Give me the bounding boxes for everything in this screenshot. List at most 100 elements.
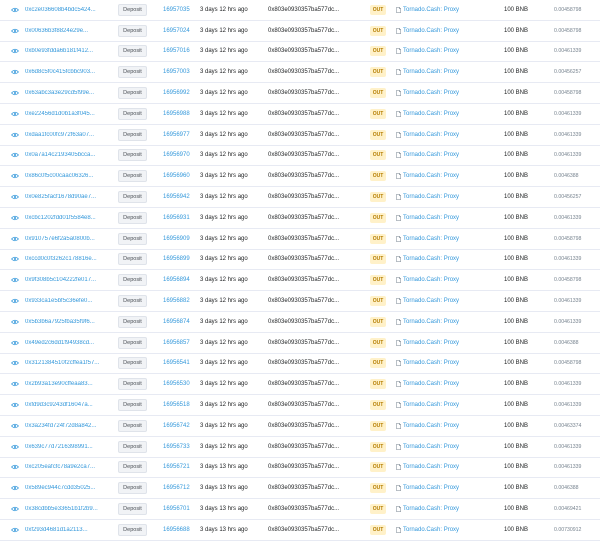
txn-hash-link[interactable]: 0xcbc1202fdd01f5584e8... bbox=[25, 215, 117, 221]
eye-icon[interactable] bbox=[11, 255, 19, 263]
eye-icon[interactable] bbox=[11, 235, 19, 243]
from-address[interactable]: 0x803e0930357ba577dc... bbox=[268, 194, 339, 200]
eye-icon[interactable] bbox=[11, 276, 19, 284]
eye-icon[interactable] bbox=[11, 318, 19, 326]
from-address[interactable]: 0x803e0930357ba577dc... bbox=[268, 173, 339, 179]
block-link[interactable]: 16956960 bbox=[163, 173, 190, 179]
txn-hash-link[interactable]: 0xccd0c0f3262c178816e... bbox=[25, 256, 117, 262]
eye-icon[interactable] bbox=[11, 401, 19, 409]
txn-hash-link[interactable]: 0x0a7a14c2193405bcca... bbox=[25, 152, 117, 158]
block-link[interactable]: 16957003 bbox=[163, 69, 190, 75]
from-address[interactable]: 0x803e0930357ba577dc... bbox=[268, 28, 339, 34]
txn-hash-link[interactable]: 0x910757e6f2a5a0800b... bbox=[25, 236, 117, 242]
to-address-link[interactable]: Tornado.Cash: Proxy bbox=[396, 464, 459, 471]
to-address-link[interactable]: Tornado.Cash: Proxy bbox=[396, 402, 459, 409]
eye-icon[interactable] bbox=[11, 131, 19, 139]
from-address[interactable]: 0x803e0930357ba577dc... bbox=[268, 381, 339, 387]
from-address[interactable]: 0x803e0930357ba577dc... bbox=[268, 7, 339, 13]
from-address[interactable]: 0x803e0930357ba577dc... bbox=[268, 277, 339, 283]
to-address-link[interactable]: Tornado.Cash: Proxy bbox=[396, 381, 459, 388]
block-link[interactable]: 16956931 bbox=[163, 215, 190, 221]
from-address[interactable]: 0x803e0930357ba577dc... bbox=[268, 111, 339, 117]
txn-hash-link[interactable]: 0x639c77d7216398991... bbox=[25, 444, 117, 450]
to-address-link[interactable]: Tornado.Cash: Proxy bbox=[396, 318, 459, 325]
to-address-link[interactable]: Tornado.Cash: Proxy bbox=[396, 256, 459, 263]
block-link[interactable]: 16956942 bbox=[163, 194, 190, 200]
block-link[interactable]: 16956721 bbox=[163, 464, 190, 470]
to-address-link[interactable]: Tornado.Cash: Proxy bbox=[396, 131, 459, 138]
block-link[interactable]: 16956894 bbox=[163, 277, 190, 283]
eye-icon[interactable] bbox=[11, 214, 19, 222]
txn-hash-link[interactable]: 0x49ed2c6dd1f94938cd... bbox=[25, 340, 117, 346]
eye-icon[interactable] bbox=[11, 172, 19, 180]
block-link[interactable]: 16956712 bbox=[163, 485, 190, 491]
to-address-link[interactable]: Tornado.Cash: Proxy bbox=[396, 48, 459, 55]
block-link[interactable]: 16956857 bbox=[163, 340, 190, 346]
to-address-link[interactable]: Tornado.Cash: Proxy bbox=[396, 110, 459, 117]
from-address[interactable]: 0x803e0930357ba577dc... bbox=[268, 464, 339, 470]
txn-hash-link[interactable]: 0x933ca1e5bf5c36efe0... bbox=[25, 298, 117, 304]
to-address-link[interactable]: Tornado.Cash: Proxy bbox=[396, 298, 459, 305]
txn-hash-link[interactable]: 0x00636b3f8824e29e... bbox=[25, 28, 117, 34]
from-address[interactable]: 0x803e0930357ba577dc... bbox=[268, 48, 339, 54]
to-address-link[interactable]: Tornado.Cash: Proxy bbox=[396, 90, 459, 97]
eye-icon[interactable] bbox=[11, 380, 19, 388]
txn-hash-link[interactable]: 0xe22456d1d0b1a3f045... bbox=[25, 111, 117, 117]
to-address-link[interactable]: Tornado.Cash: Proxy bbox=[396, 422, 459, 429]
txn-hash-link[interactable]: 0x9f308b5c104222fe017... bbox=[25, 277, 117, 283]
block-link[interactable]: 16956742 bbox=[163, 423, 190, 429]
to-address-link[interactable]: Tornado.Cash: Proxy bbox=[396, 69, 459, 76]
eye-icon[interactable] bbox=[11, 422, 19, 430]
from-address[interactable]: 0x803e0930357ba577dc... bbox=[268, 340, 339, 346]
from-address[interactable]: 0x803e0930357ba577dc... bbox=[268, 215, 339, 221]
from-address[interactable]: 0x803e0930357ba577dc... bbox=[268, 319, 339, 325]
from-address[interactable]: 0x803e0930357ba577dc... bbox=[268, 444, 339, 450]
eye-icon[interactable] bbox=[11, 526, 19, 534]
from-address[interactable]: 0x803e0930357ba577dc... bbox=[268, 402, 339, 408]
txn-hash-link[interactable]: 0x6d8c5f0c415fcbbc903... bbox=[25, 69, 117, 75]
from-address[interactable]: 0x803e0930357ba577dc... bbox=[268, 90, 339, 96]
block-link[interactable]: 16956977 bbox=[163, 132, 190, 138]
to-address-link[interactable]: Tornado.Cash: Proxy bbox=[396, 152, 459, 159]
block-link[interactable]: 16957016 bbox=[163, 48, 190, 54]
block-link[interactable]: 16956701 bbox=[163, 506, 190, 512]
eye-icon[interactable] bbox=[11, 27, 19, 35]
eye-icon[interactable] bbox=[11, 89, 19, 97]
to-address-link[interactable]: Tornado.Cash: Proxy bbox=[396, 194, 459, 201]
from-address[interactable]: 0x803e0930357ba577dc... bbox=[268, 69, 339, 75]
txn-hash-link[interactable]: 0x5b3b6a7925fba35f9f6... bbox=[25, 319, 117, 325]
from-address[interactable]: 0x803e0930357ba577dc... bbox=[268, 506, 339, 512]
to-address-link[interactable]: Tornado.Cash: Proxy bbox=[396, 360, 459, 367]
txn-hash-link[interactable]: 0xc205eafcfc78a9e2ca7... bbox=[25, 464, 117, 470]
to-address-link[interactable]: Tornado.Cash: Proxy bbox=[396, 235, 459, 242]
to-address-link[interactable]: Tornado.Cash: Proxy bbox=[396, 214, 459, 221]
block-link[interactable]: 16956909 bbox=[163, 236, 190, 242]
txn-hash-link[interactable]: 0xdaa1fc00fc972f63a07... bbox=[25, 132, 117, 138]
block-link[interactable]: 16956541 bbox=[163, 360, 190, 366]
eye-icon[interactable] bbox=[11, 193, 19, 201]
from-address[interactable]: 0x803e0930357ba577dc... bbox=[268, 298, 339, 304]
eye-icon[interactable] bbox=[11, 359, 19, 367]
eye-icon[interactable] bbox=[11, 339, 19, 347]
block-link[interactable]: 16956518 bbox=[163, 402, 190, 408]
from-address[interactable]: 0x803e0930357ba577dc... bbox=[268, 256, 339, 262]
eye-icon[interactable] bbox=[11, 110, 19, 118]
eye-icon[interactable] bbox=[11, 297, 19, 305]
to-address-link[interactable]: Tornado.Cash: Proxy bbox=[396, 443, 459, 450]
eye-icon[interactable] bbox=[11, 505, 19, 513]
txn-hash-link[interactable]: 0xc2e036608b4bdc5424... bbox=[25, 7, 117, 13]
eye-icon[interactable] bbox=[11, 68, 19, 76]
to-address-link[interactable]: Tornado.Cash: Proxy bbox=[396, 506, 459, 513]
from-address[interactable]: 0x803e0930357ba577dc... bbox=[268, 360, 339, 366]
from-address[interactable]: 0x803e0930357ba577dc... bbox=[268, 152, 339, 158]
txn-hash-link[interactable]: 0xb0e93fdda6b181f412... bbox=[25, 48, 117, 54]
txn-hash-link[interactable]: 0xfd9d3c9243df16047a... bbox=[25, 402, 117, 408]
block-link[interactable]: 16956874 bbox=[163, 319, 190, 325]
block-link[interactable]: 16956733 bbox=[163, 444, 190, 450]
block-link[interactable]: 16956988 bbox=[163, 111, 190, 117]
from-address[interactable]: 0x803e0930357ba577dc... bbox=[268, 527, 339, 533]
eye-icon[interactable] bbox=[11, 47, 19, 55]
txn-hash-link[interactable]: 0x589ec944c7cdd35025... bbox=[25, 485, 117, 491]
txn-hash-link[interactable]: 0xf293d4681d1a2113... bbox=[25, 527, 117, 533]
to-address-link[interactable]: Tornado.Cash: Proxy bbox=[396, 173, 459, 180]
